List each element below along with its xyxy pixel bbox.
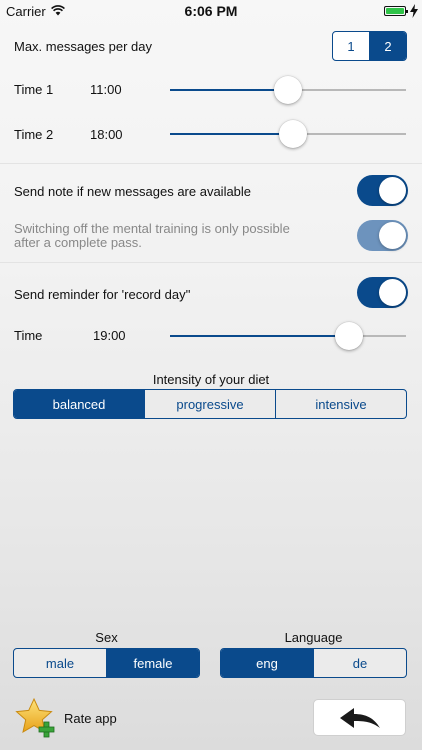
- time1-value: 11:00: [90, 82, 122, 97]
- rate-app-label: Rate app: [64, 711, 117, 726]
- diet-option-balanced[interactable]: balanced: [14, 390, 144, 418]
- toggle-knob: [379, 279, 406, 306]
- time1-slider-thumb[interactable]: [274, 76, 302, 104]
- time2-slider-fill: [170, 133, 293, 135]
- reminder-label: Send reminder for 'record day'': [14, 287, 191, 302]
- mental-training-label-line2: after a complete pass.: [14, 235, 142, 250]
- language-option-de[interactable]: de: [313, 649, 406, 677]
- diet-option-progressive[interactable]: progressive: [144, 390, 275, 418]
- send-note-toggle[interactable]: [357, 175, 408, 206]
- language-title: Language: [284, 630, 343, 645]
- mental-training-toggle: [357, 220, 408, 251]
- mental-training-label: Switching off the mental training is onl…: [14, 222, 290, 250]
- time1-slider-fill: [170, 89, 288, 91]
- time1-label: Time 1: [14, 82, 54, 97]
- language-segmented-control: eng de: [220, 648, 407, 678]
- charging-bolt-icon: [410, 4, 418, 18]
- rate-app-button[interactable]: Rate app: [14, 697, 134, 739]
- time2-value: 18:00: [90, 127, 123, 142]
- sex-title: Sex: [95, 630, 118, 645]
- reminder-time-slider-fill: [170, 335, 350, 337]
- language-option-eng[interactable]: eng: [221, 649, 313, 677]
- status-bar: Carrier 6:06 PM: [0, 0, 422, 22]
- send-note-label: Send note if new messages are available: [14, 184, 252, 199]
- max-messages-label: Max. messages per day: [14, 39, 153, 54]
- sex-segmented-control: male female: [13, 648, 200, 678]
- reminder-toggle[interactable]: [357, 277, 408, 308]
- diet-title: Intensity of your diet: [152, 372, 270, 387]
- reminder-time-label: Time: [14, 328, 43, 343]
- clock: 6:06 PM: [184, 3, 238, 19]
- section-divider: [0, 262, 422, 263]
- sex-option-female[interactable]: female: [106, 649, 199, 677]
- diet-segmented-control: balanced progressive intensive: [13, 389, 407, 419]
- mental-training-label-line1: Switching off the mental training is onl…: [14, 221, 290, 236]
- toggle-knob: [379, 222, 406, 249]
- max-messages-option-2[interactable]: 2: [369, 32, 406, 60]
- diet-option-intensive[interactable]: intensive: [275, 390, 406, 418]
- max-messages-segmented-control: 1 2: [332, 31, 407, 61]
- back-button[interactable]: [313, 699, 406, 736]
- time2-slider-thumb[interactable]: [278, 120, 307, 148]
- max-messages-option-1[interactable]: 1: [333, 32, 369, 60]
- section-divider: [0, 163, 422, 164]
- reminder-time-slider-track[interactable]: [170, 335, 406, 337]
- back-arrow-icon: [339, 707, 380, 728]
- toggle-knob: [379, 177, 406, 204]
- battery-icon: [384, 6, 408, 16]
- star-plus-icon: [15, 697, 55, 738]
- reminder-time-value: 19:00: [93, 328, 126, 343]
- reminder-time-slider-thumb[interactable]: [335, 322, 364, 350]
- time2-label: Time 2: [14, 127, 54, 142]
- sex-option-male[interactable]: male: [14, 649, 106, 677]
